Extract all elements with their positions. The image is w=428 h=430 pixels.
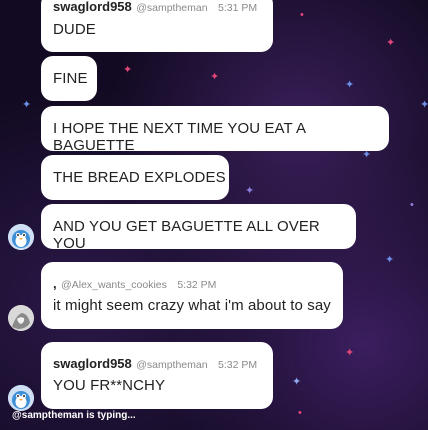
star-decoration: ✦ (123, 64, 133, 76)
message-text: DUDE (53, 21, 96, 38)
avatar[interactable] (8, 224, 34, 250)
message-text: AND YOU GET BAGUETTE ALL OVER YOU (53, 218, 320, 252)
message-bubble[interactable]: THE BREAD EXPLODES (41, 155, 229, 200)
star-decoration: ✦ (385, 254, 395, 266)
star-decoration: • (298, 407, 302, 419)
timestamp: 5:32 PM (177, 279, 217, 291)
star-decoration: ✦ (386, 37, 396, 49)
star-decoration: ✦ (345, 79, 355, 91)
star-decoration: ✦ (22, 99, 32, 111)
timestamp: 5:32 PM (218, 359, 258, 371)
message-text: I HOPE THE NEXT TIME YOU EAT A BAGUETTE (53, 120, 306, 154)
message-header: swaglord958 @samptheman 5:31 PM (53, 0, 257, 16)
message-bubble[interactable]: FINE (41, 56, 97, 101)
star-decoration: • (410, 199, 414, 211)
message-text: FINE (53, 70, 88, 87)
message-header: swaglord958 @samptheman 5:32 PM (53, 355, 257, 373)
message-header: , @Alex_wants_cookies 5:32 PM (53, 275, 216, 293)
avatar[interactable] (8, 385, 34, 411)
user-handle: @samptheman (136, 359, 208, 371)
message-bubble[interactable]: swaglord958 @samptheman 5:31 PM DUDE (41, 0, 273, 52)
message-text: it might seem crazy what i'm about to sa… (53, 297, 331, 314)
user-handle: @samptheman (136, 2, 208, 14)
typing-indicator: @samptheman is typing... (12, 410, 136, 421)
star-decoration: ✦ (292, 376, 302, 388)
message-text: THE BREAD EXPLODES (53, 169, 226, 186)
star-decoration: ✦ (210, 71, 220, 83)
star-decoration: ✦ (420, 99, 428, 111)
user-handle: @Alex_wants_cookies (61, 279, 167, 291)
star-decoration: ✦ (345, 347, 355, 359)
avatar-penguin-icon (8, 385, 34, 411)
username[interactable]: swaglord958 (53, 0, 132, 14)
username[interactable]: swaglord958 (53, 356, 132, 371)
star-decoration: ✦ (245, 185, 255, 197)
star-decoration: • (300, 9, 304, 21)
avatar-penguin-icon (8, 224, 34, 250)
message-bubble[interactable]: I HOPE THE NEXT TIME YOU EAT A BAGUETTE (41, 106, 389, 154)
message-bubble[interactable]: , @Alex_wants_cookies 5:32 PM it might s… (41, 262, 343, 329)
username[interactable]: , (53, 276, 57, 291)
message-text: YOU FR**NCHY (53, 377, 166, 394)
message-bubble[interactable]: AND YOU GET BAGUETTE ALL OVER YOU (41, 204, 356, 252)
message-bubble[interactable]: swaglord958 @samptheman 5:32 PM YOU FR**… (41, 342, 273, 409)
timestamp: 5:31 PM (218, 2, 258, 14)
avatar-photo-icon (8, 305, 34, 331)
avatar[interactable] (8, 305, 34, 331)
